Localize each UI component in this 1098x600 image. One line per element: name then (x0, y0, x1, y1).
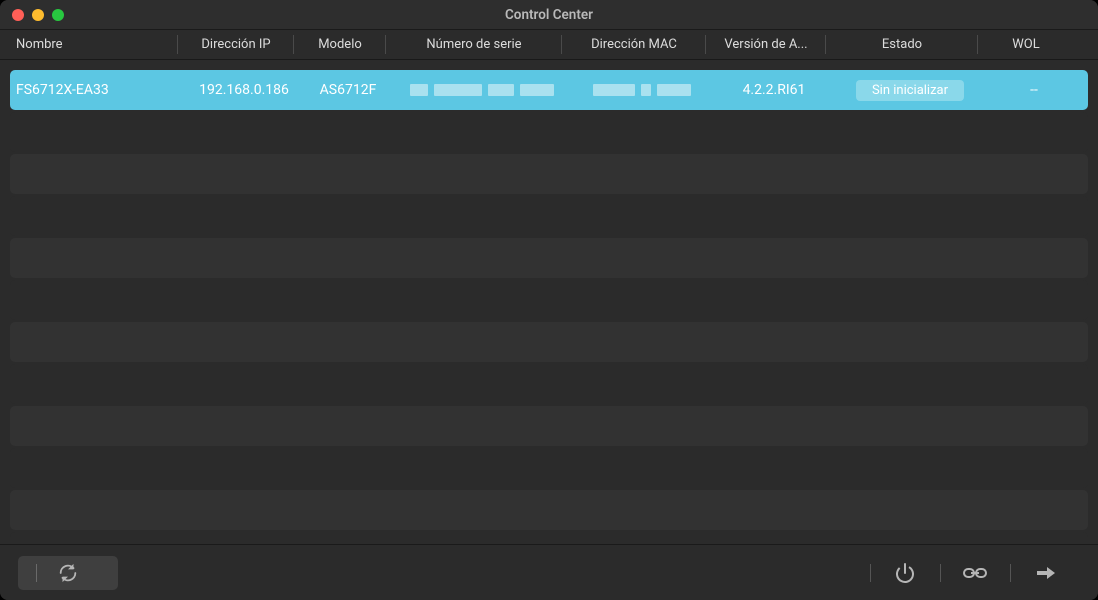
cell-wol: -- (986, 70, 1082, 110)
empty-row (10, 154, 1088, 194)
empty-row (10, 280, 1088, 320)
empty-row (10, 532, 1088, 544)
empty-row (10, 238, 1088, 278)
cell-status: Sin inicializar (834, 70, 986, 110)
col-header-model[interactable]: Modelo (294, 30, 386, 59)
col-header-wol[interactable]: WOL (978, 30, 1074, 59)
refresh-icon (57, 562, 79, 584)
cell-model: AS6712F (302, 70, 394, 110)
minimize-icon[interactable] (32, 9, 44, 21)
table-row[interactable]: FS6712X-EA33 192.168.0.186 AS6712F 4.2.2… (10, 70, 1088, 110)
arrow-right-icon (1033, 561, 1057, 585)
empty-row (10, 406, 1088, 446)
empty-row (10, 112, 1088, 152)
link-icon (962, 561, 988, 585)
mac-redacted (593, 84, 691, 96)
col-header-name[interactable]: Nombre (2, 30, 178, 59)
cell-mac (570, 70, 714, 110)
empty-row (10, 322, 1088, 362)
cell-name: FS6712X-EA33 (10, 70, 186, 110)
status-badge[interactable]: Sin inicializar (856, 80, 964, 101)
refresh-button[interactable] (18, 556, 118, 590)
power-icon (893, 561, 917, 585)
next-button[interactable] (1010, 556, 1080, 590)
empty-row (10, 448, 1088, 488)
col-header-ip[interactable]: Dirección IP (178, 30, 294, 59)
col-header-version[interactable]: Versión de A... (706, 30, 826, 59)
link-button[interactable] (940, 556, 1010, 590)
maximize-icon[interactable] (52, 9, 64, 21)
table-header: Nombre Dirección IP Modelo Número de ser… (0, 30, 1098, 60)
footer-toolbar (0, 544, 1098, 600)
window-title: Control Center (0, 7, 1098, 23)
serial-redacted (410, 84, 554, 96)
power-button[interactable] (870, 556, 940, 590)
empty-row (10, 490, 1088, 530)
window-controls (12, 9, 64, 21)
col-header-status[interactable]: Estado (826, 30, 978, 59)
col-header-mac[interactable]: Dirección MAC (562, 30, 706, 59)
cell-ip: 192.168.0.186 (186, 70, 302, 110)
titlebar[interactable]: Control Center (0, 0, 1098, 30)
cell-version: 4.2.2.RI61 (714, 70, 834, 110)
col-header-serial[interactable]: Número de serie (386, 30, 562, 59)
close-icon[interactable] (12, 9, 24, 21)
empty-row (10, 196, 1088, 236)
table-body: FS6712X-EA33 192.168.0.186 AS6712F 4.2.2… (0, 60, 1098, 544)
cell-serial (394, 70, 570, 110)
app-window: Control Center Nombre Dirección IP Model… (0, 0, 1098, 600)
empty-row (10, 364, 1088, 404)
